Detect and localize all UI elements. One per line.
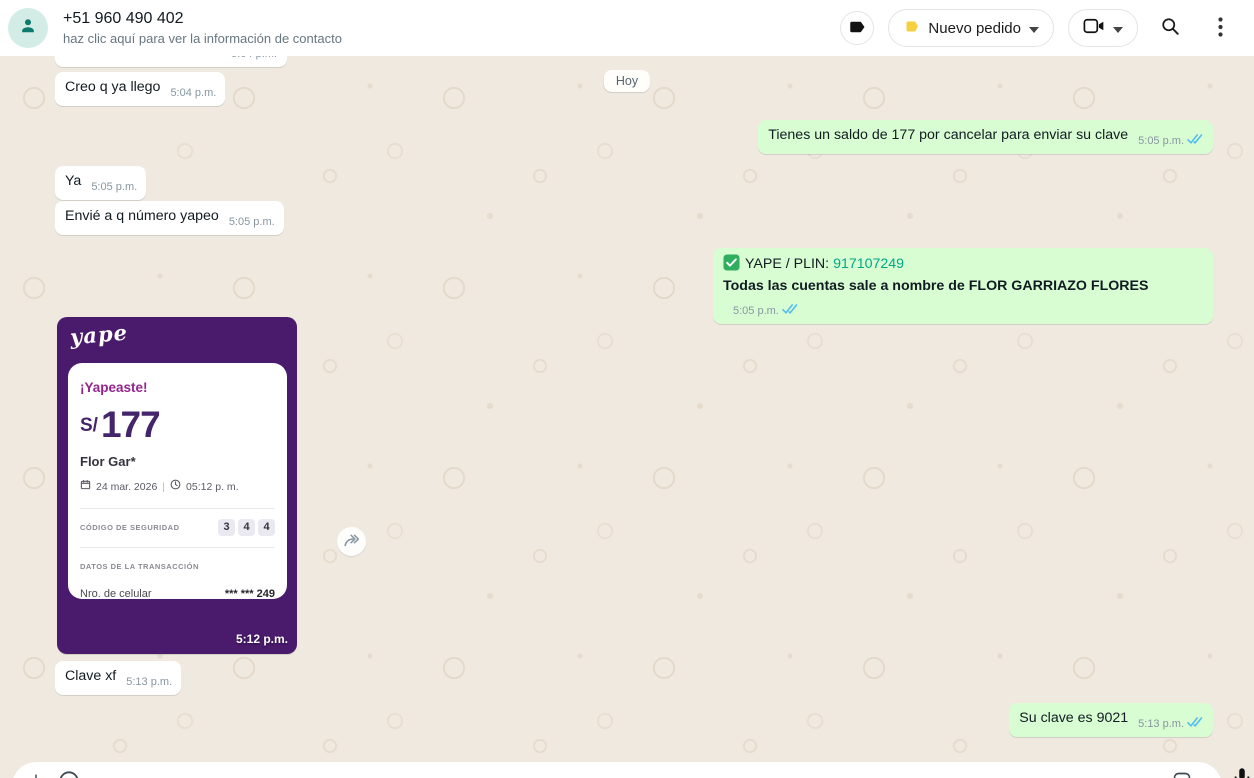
divider [80, 508, 275, 509]
new-order-label: Nuevo pedido [928, 20, 1021, 37]
header-actions: Nuevo pedido [840, 9, 1238, 47]
message-line-1: YAPE / PLIN: 917107249 [723, 254, 1204, 277]
read-checks-icon [1187, 717, 1204, 728]
message-time: 5:05 p.m. [91, 181, 137, 193]
check-mark-emoji [723, 254, 740, 277]
row-value: *** *** 249 [225, 585, 275, 599]
date-divider: Hoy [604, 70, 650, 92]
receipt-headline: ¡Yapeaste! [80, 378, 275, 397]
read-checks-icon [1187, 134, 1204, 145]
receipt-date: 24 mar. 2026 [96, 478, 157, 497]
message-time: 5:12 p.m. [236, 630, 288, 649]
receipt-recipient: Flor Gar* [80, 452, 275, 471]
forward-arrow-icon [343, 532, 360, 552]
message-text: Creo q ya llego [65, 79, 160, 95]
search-icon [1160, 16, 1181, 40]
message-bubble-outgoing[interactable]: Su clave es 9021 5:13 p.m. [1009, 703, 1213, 737]
message-bubble-incoming[interactable]: Creo q ya llego 5:04 p.m. [55, 72, 225, 106]
message-line-2: Todas las cuentas sale a nombre de FLOR … [723, 277, 1204, 316]
message-text: Clave xf [65, 668, 116, 684]
message-time: 5:04 p.m. [170, 87, 216, 99]
receipt-amount: S/177 [80, 406, 275, 443]
yape-logo: yape [69, 323, 128, 347]
search-button[interactable] [1152, 10, 1188, 46]
contact-header-info[interactable]: +51 960 490 402 haz clic aquí para ver l… [63, 8, 342, 48]
security-code-label: CÓDIGO DE SEGURIDAD [80, 518, 180, 537]
receipt-datetime: 24 mar. 2026 | 05:12 p. m. [80, 478, 275, 497]
video-call-button[interactable] [1068, 9, 1138, 47]
message-bubble-incoming[interactable]: Envié a q número yapeo 5:05 p.m. [55, 201, 284, 235]
security-digit: 4 [258, 519, 275, 536]
row-label: Nro. de celular [80, 585, 152, 599]
receipt-time: 05:12 p. m. [186, 478, 239, 497]
kebab-menu-icon [1218, 17, 1223, 40]
security-digit: 3 [218, 519, 235, 536]
message-time: 5:05 p.m. [229, 216, 275, 228]
avatar[interactable] [8, 8, 48, 48]
security-code-row: CÓDIGO DE SEGURIDAD 3 4 4 [80, 518, 275, 537]
receipt-row: Nro. de celular *** *** 249 [80, 585, 275, 599]
chevron-down-icon [1029, 20, 1039, 37]
phone-number-link[interactable]: 917107249 [833, 256, 904, 272]
amount-value: 177 [101, 404, 160, 445]
chat-header: +51 960 490 402 haz clic aquí para ver l… [0, 0, 1254, 56]
clock-icon [170, 478, 181, 497]
message-text: Envié a q número yapeo [65, 208, 219, 224]
chevron-down-icon [1113, 20, 1123, 37]
message-text: YAPE / PLIN: [745, 256, 833, 272]
message-text: Tienes un saldo de 177 por cancelar para… [768, 127, 1128, 143]
label-tag-icon [848, 18, 866, 39]
currency-symbol: S/ [80, 415, 98, 436]
person-icon [17, 15, 39, 42]
message-time: 5:05 p.m. [1138, 135, 1184, 147]
contact-subtitle[interactable]: haz clic aquí para ver la información de… [63, 29, 342, 48]
message-list[interactable]: 5:04 p.m. Creo q ya llego 5:04 p.m. Hoy T… [0, 56, 1254, 778]
message-time: 5:04 p.m. [231, 56, 277, 60]
labels-button[interactable] [840, 11, 874, 45]
forward-message-button[interactable] [337, 527, 366, 556]
separator: | [162, 478, 165, 497]
mic-icon[interactable] [1231, 766, 1254, 778]
divider [80, 547, 275, 548]
whatsapp-window: +51 960 490 402 haz clic aquí para ver l… [0, 0, 1254, 778]
emoji-icon[interactable] [58, 770, 80, 778]
message-time: 5:13 p.m. [1138, 718, 1184, 730]
message-bold-text: Todas las cuentas sale a nombre de FLOR … [723, 278, 1148, 294]
message-image-yape-receipt[interactable]: yape ¡Yapeaste! S/177 Flor Gar* 24 mar. … [57, 317, 297, 654]
read-checks-icon [782, 304, 799, 315]
message-bubble-incoming[interactable]: Clave xf 5:13 p.m. [55, 661, 181, 695]
message-bubble-cropped[interactable]: 5:04 p.m. [55, 56, 287, 67]
message-text: Ya [65, 173, 81, 189]
contact-name[interactable]: +51 960 490 402 [63, 8, 342, 29]
menu-button[interactable] [1202, 10, 1238, 46]
security-digit: 4 [238, 519, 255, 536]
message-time: 5:13 p.m. [126, 676, 172, 688]
message-bubble-outgoing[interactable]: Tienes un saldo de 177 por cancelar para… [758, 120, 1213, 154]
video-camera-icon [1083, 18, 1105, 38]
message-text: Su clave es 9021 [1019, 710, 1128, 726]
message-bubble-outgoing[interactable]: YAPE / PLIN: 917107249 Todas las cuentas… [713, 248, 1213, 324]
sticker-icon[interactable] [1172, 771, 1192, 778]
order-label-icon [903, 18, 920, 39]
message-input-bar[interactable] [12, 762, 1222, 778]
message-bubble-incoming[interactable]: Ya 5:05 p.m. [55, 166, 146, 200]
message-time: 5:05 p.m. [733, 305, 779, 317]
transaction-data-label: DATOS DE LA TRANSACCIÓN [80, 557, 275, 576]
security-code-digits: 3 4 4 [218, 519, 275, 536]
plus-attach-icon[interactable] [26, 771, 46, 778]
calendar-icon [80, 478, 91, 497]
new-order-button[interactable]: Nuevo pedido [888, 9, 1054, 47]
yape-receipt-card: ¡Yapeaste! S/177 Flor Gar* 24 mar. 2026 … [68, 363, 287, 599]
